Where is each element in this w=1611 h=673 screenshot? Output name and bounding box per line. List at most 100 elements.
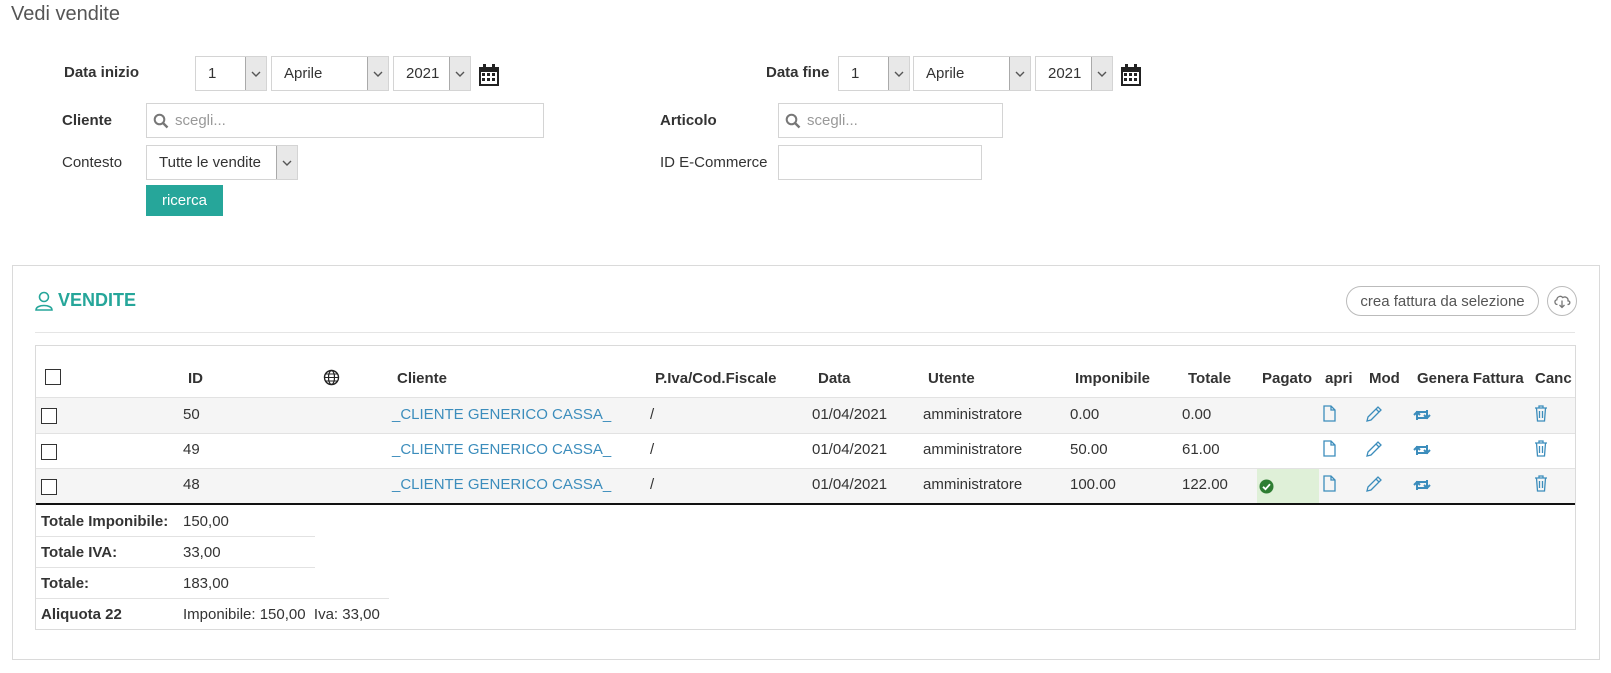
chevron-down-icon	[1009, 57, 1030, 90]
download-button[interactable]	[1547, 286, 1577, 316]
table-footer-line	[36, 503, 1575, 505]
header-utente: Utente	[928, 370, 975, 387]
row-checkbox[interactable]	[41, 479, 57, 495]
create-invoice-button[interactable]: crea fattura da selezione	[1346, 286, 1539, 316]
retweet-icon[interactable]	[1413, 408, 1431, 422]
select-all-checkbox[interactable]	[45, 369, 61, 385]
file-icon[interactable]	[1323, 475, 1336, 492]
ecommerce-label: ID E-Commerce	[660, 154, 768, 171]
header-piva: P.Iva/Cod.Fiscale	[655, 370, 777, 387]
row-utente: amministratore	[923, 406, 1023, 423]
end-date-label: Data fine	[766, 64, 830, 81]
file-icon[interactable]	[1323, 405, 1336, 422]
search-icon	[785, 113, 801, 129]
row-totale: 0.00	[1182, 406, 1212, 423]
aliquota-label: Aliquota 22	[41, 606, 122, 623]
chevron-down-icon	[888, 57, 909, 90]
contesto-select[interactable]: Tutte le vendite	[146, 145, 298, 180]
row-divider	[36, 433, 1575, 434]
panel-divider	[35, 332, 1575, 333]
chevron-down-icon	[276, 146, 297, 179]
table-row	[36, 398, 1575, 433]
end-year-select[interactable]: 2021	[1035, 56, 1113, 91]
chevron-down-icon	[449, 57, 470, 90]
end-month-select[interactable]: Aprile	[913, 56, 1031, 91]
row-checkbox[interactable]	[41, 408, 57, 424]
file-icon[interactable]	[1323, 440, 1336, 457]
summary-divider	[36, 567, 315, 568]
trash-icon[interactable]	[1534, 475, 1548, 492]
start-month-value: Aprile	[284, 65, 323, 82]
cliente-label: Cliente	[62, 112, 113, 129]
calendar-icon[interactable]	[1120, 63, 1142, 87]
row-totale: 122.00	[1182, 476, 1228, 493]
chevron-down-icon	[367, 57, 388, 90]
end-day-select[interactable]: 1	[838, 56, 910, 91]
row-checkbox[interactable]	[41, 444, 57, 460]
row-data: 01/04/2021	[812, 441, 888, 458]
end-year-value: 2021	[1048, 65, 1082, 82]
trash-icon[interactable]	[1534, 405, 1548, 422]
row-imponibile: 100.00	[1070, 476, 1116, 493]
header-imponibile: Imponibile	[1075, 370, 1150, 387]
row-id: 50	[183, 406, 200, 423]
cloud-download-icon	[1554, 295, 1571, 309]
row-utente: amministratore	[923, 476, 1023, 493]
end-month-value: Aprile	[926, 65, 965, 82]
contesto-label: Contesto	[62, 154, 123, 171]
summary-divider	[36, 598, 389, 599]
row-imponibile: 50.00	[1070, 441, 1108, 458]
total-value: 183,00	[183, 575, 229, 592]
table-row	[36, 469, 1575, 504]
header-apri: apri	[1325, 370, 1353, 387]
cliente-placeholder: scegli...	[175, 112, 226, 129]
header-cliente: Cliente	[397, 370, 448, 387]
aliquota-value: Imponibile: 150,00 Iva: 33,00	[183, 606, 380, 623]
articolo-label: Articolo	[660, 112, 717, 129]
start-year-value: 2021	[406, 65, 440, 82]
pencil-icon[interactable]	[1365, 440, 1383, 458]
user-icon	[35, 291, 53, 311]
header-totale: Totale	[1188, 370, 1232, 387]
header-data: Data	[818, 370, 851, 387]
chevron-down-icon	[1091, 57, 1112, 90]
header-id: ID	[188, 370, 203, 387]
chevron-down-icon	[245, 57, 266, 90]
page-title: Vedi vendite	[11, 3, 120, 25]
retweet-icon[interactable]	[1413, 443, 1431, 457]
row-imponibile: 0.00	[1070, 406, 1100, 423]
search-button[interactable]: ricerca	[146, 185, 223, 216]
calendar-icon[interactable]	[478, 63, 500, 87]
row-utente: amministratore	[923, 441, 1023, 458]
total-iva-value: 33,00	[183, 544, 221, 561]
search-icon	[153, 113, 169, 129]
row-id: 48	[183, 476, 200, 493]
retweet-icon[interactable]	[1413, 478, 1431, 492]
start-year-select[interactable]: 2021	[393, 56, 471, 91]
pencil-icon[interactable]	[1365, 475, 1383, 493]
globe-icon	[323, 369, 340, 386]
row-piva: /	[650, 406, 655, 423]
articolo-search-input[interactable]: scegli...	[778, 103, 1003, 138]
trash-icon[interactable]	[1534, 440, 1548, 457]
cliente-search-input[interactable]: scegli...	[146, 103, 544, 138]
start-day-select[interactable]: 1	[195, 56, 267, 91]
header-pagato: Pagato	[1262, 370, 1313, 387]
row-cliente-link[interactable]: _CLIENTE GENERICO CASSA_	[392, 441, 611, 458]
contesto-value: Tutte le vendite	[159, 154, 262, 171]
row-cliente-link[interactable]: _CLIENTE GENERICO CASSA_	[392, 406, 611, 423]
panel-header: VENDITE	[34, 290, 136, 311]
start-day-value: 1	[208, 65, 217, 82]
row-cliente-link[interactable]: _CLIENTE GENERICO CASSA_	[392, 476, 611, 493]
row-id: 49	[183, 441, 200, 458]
ecommerce-id-input[interactable]	[778, 145, 982, 180]
pencil-icon[interactable]	[1365, 405, 1383, 423]
total-imponibile-value: 150,00	[183, 513, 229, 530]
total-iva-label: Totale IVA:	[41, 544, 118, 561]
start-month-select[interactable]: Aprile	[271, 56, 389, 91]
row-totale: 61.00	[1182, 441, 1220, 458]
row-data: 01/04/2021	[812, 476, 888, 493]
total-label: Totale:	[41, 575, 90, 592]
header-mod: Mod	[1369, 370, 1400, 387]
header-canc: Canc	[1535, 370, 1572, 387]
